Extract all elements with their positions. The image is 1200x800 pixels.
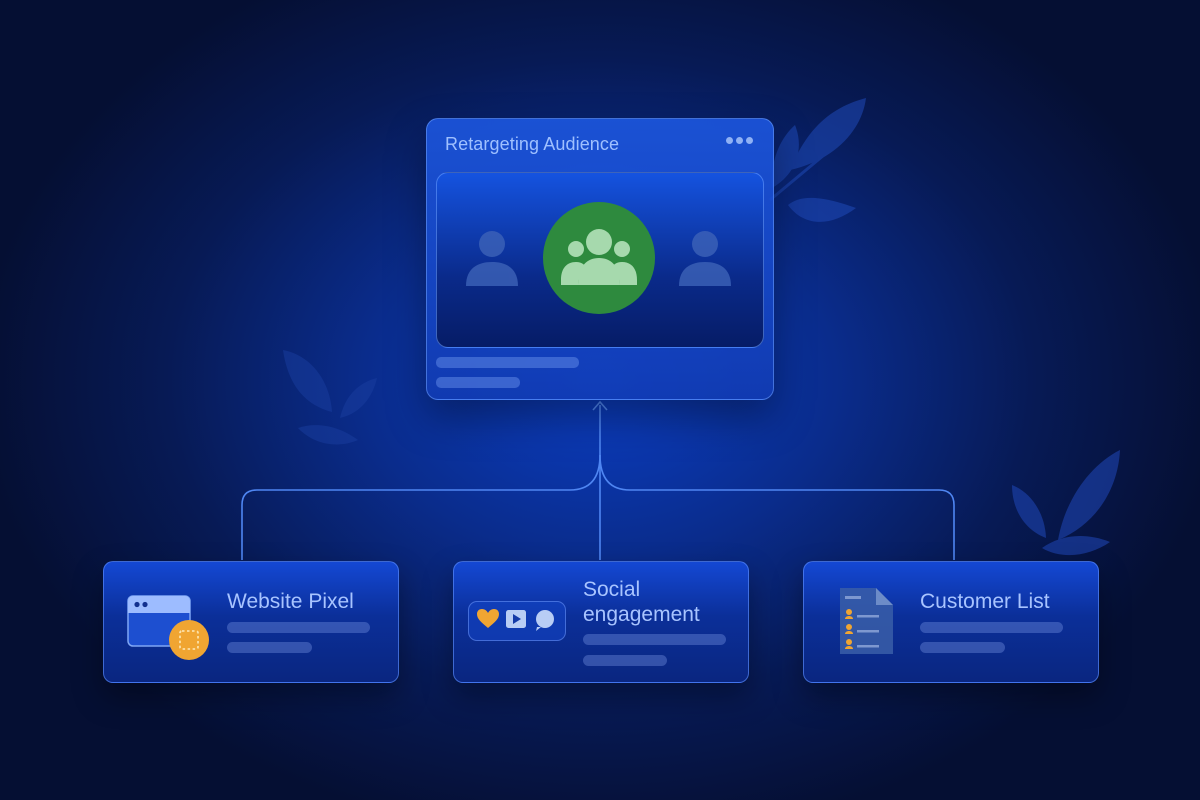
placeholder-line: [920, 622, 1063, 633]
document-list-icon: [840, 588, 893, 654]
placeholder-line: [920, 642, 1005, 653]
source-title: Customer List: [920, 590, 1050, 613]
